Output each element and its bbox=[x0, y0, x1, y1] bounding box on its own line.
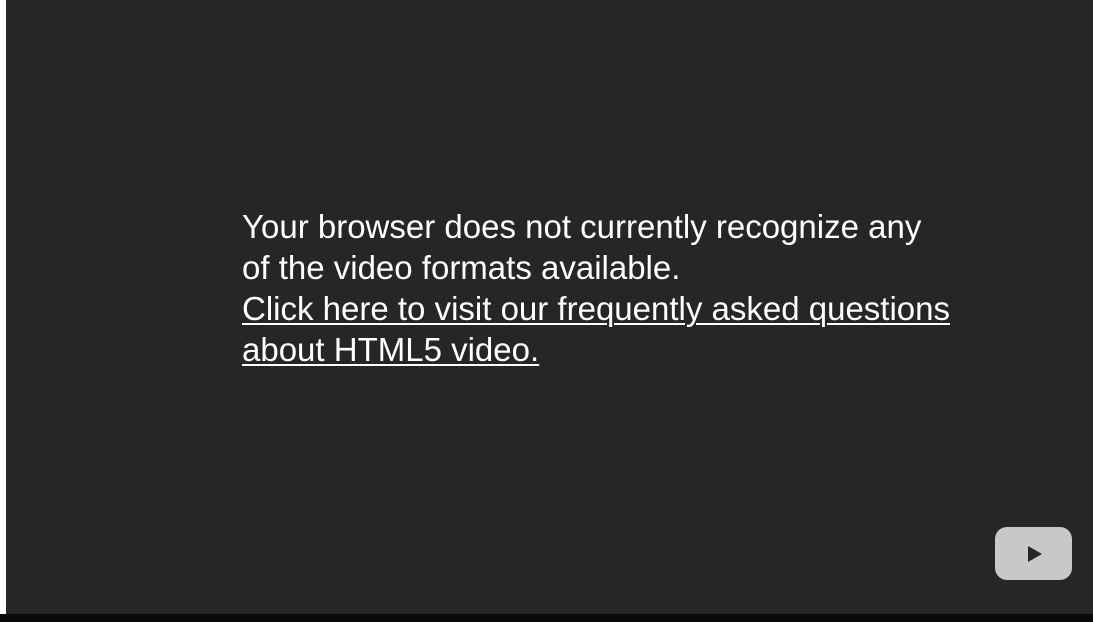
page: Your browser does not currently recogniz… bbox=[0, 0, 1093, 622]
unsupported-format-message: Your browser does not currently recogniz… bbox=[242, 206, 1093, 370]
play-icon bbox=[1027, 545, 1042, 562]
player-bottom-bar bbox=[0, 614, 1093, 622]
video-player[interactable]: Your browser does not currently recogniz… bbox=[6, 0, 1093, 614]
youtube-play-button[interactable] bbox=[995, 527, 1072, 580]
message-line-2: of the video formats available. bbox=[242, 249, 681, 286]
html5-video-faq-link[interactable]: Click here to visit our frequently asked… bbox=[242, 288, 982, 370]
message-line-1: Your browser does not currently recogniz… bbox=[242, 208, 922, 245]
